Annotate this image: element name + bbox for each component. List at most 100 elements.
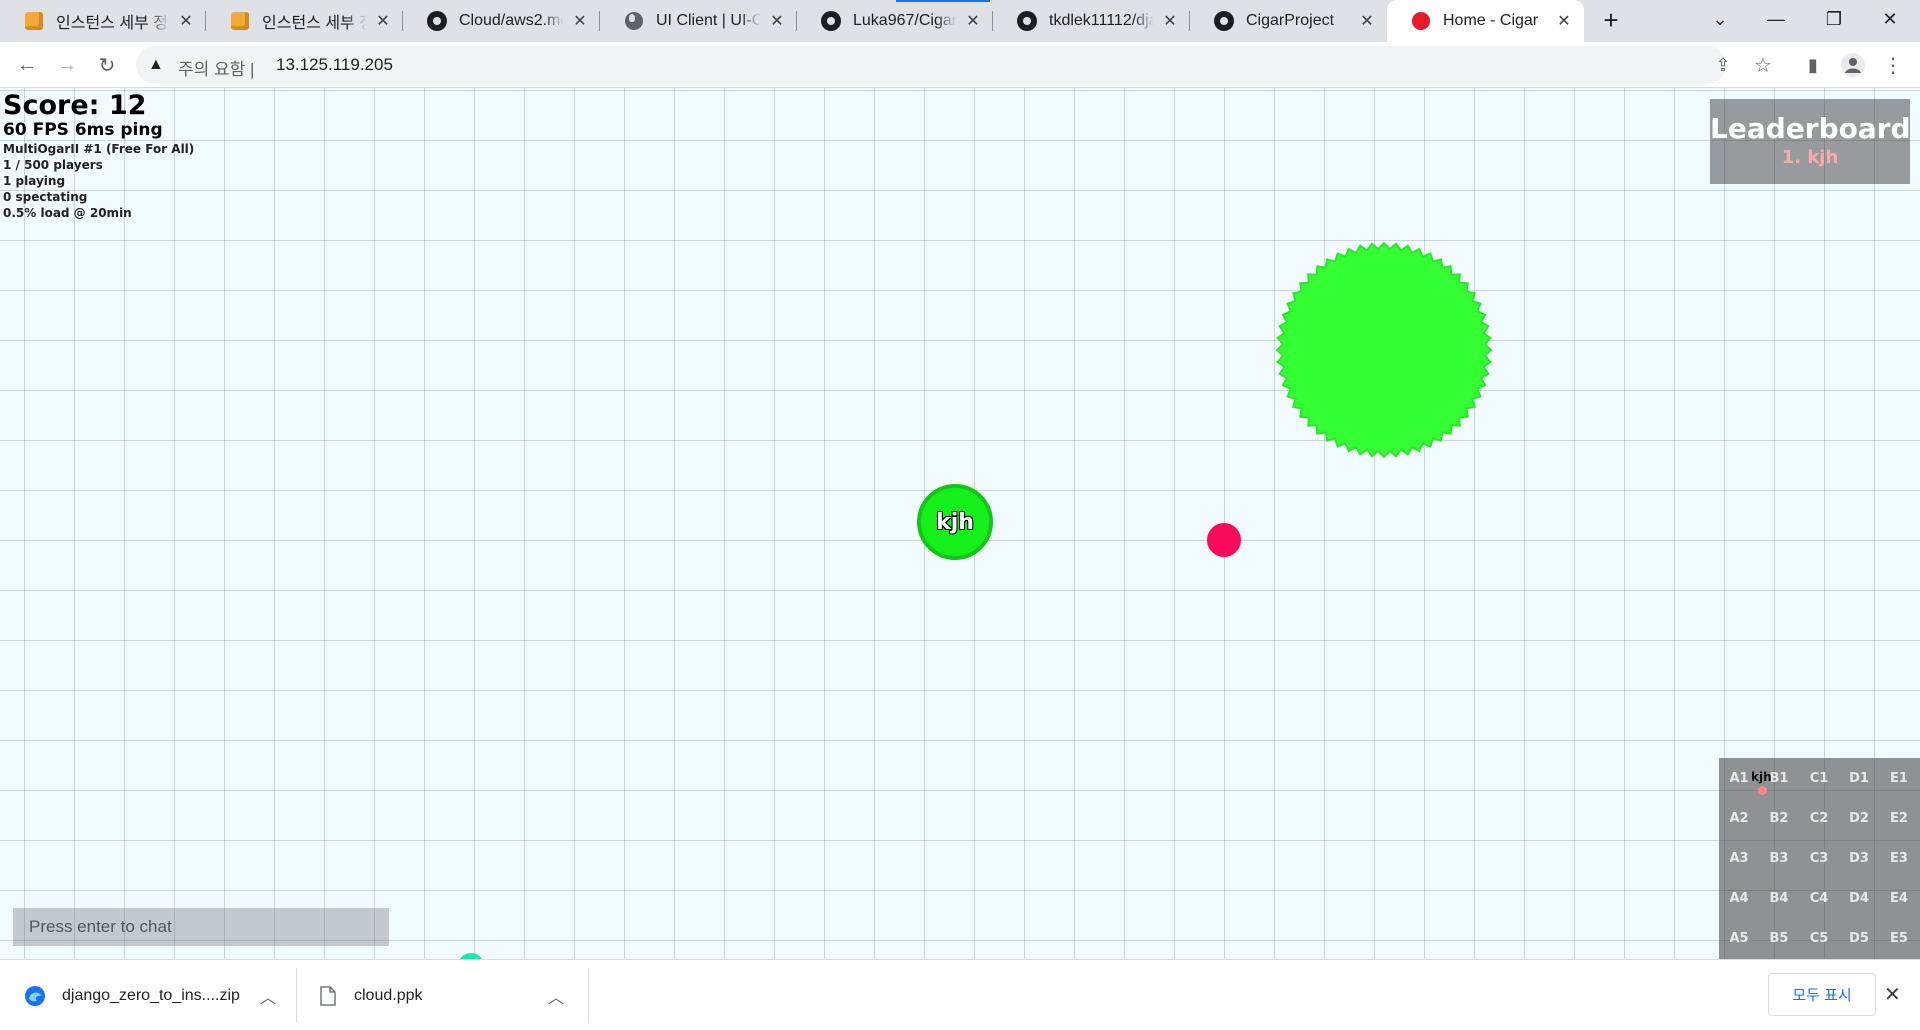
minimap-cell-e2: E2 xyxy=(1890,810,1908,826)
minimap-cell-d4: D4 xyxy=(1849,890,1869,906)
tab-strip: 인스턴스 세부 정보 | EC2 ✕ 인스턴스 세부 정보 | EC2 ✕ Cl… xyxy=(0,0,1920,42)
download-item-cloud[interactable]: cloud.ppk xyxy=(320,960,423,1030)
download-item-django[interactable]: django_zero_to_ins....zip xyxy=(24,960,240,1030)
file-icon xyxy=(320,985,336,1006)
minimap-cell-a4: A4 xyxy=(1729,890,1749,906)
aws-icon xyxy=(230,11,250,31)
tab-title: Home - Cigar xyxy=(1443,12,1539,29)
spectating-count: 0 spectating xyxy=(3,189,88,204)
show-all-button[interactable]: 모두 표시 xyxy=(1768,973,1876,1016)
server-load: 0.5% load @ 20min xyxy=(3,205,132,220)
github-icon xyxy=(1017,11,1037,31)
server-name: MultiOgarII #1 (Free For All) xyxy=(3,141,195,156)
minimap-cell-c3: C3 xyxy=(1809,850,1829,866)
minimap-cell-a2: A2 xyxy=(1729,810,1749,826)
chevron-up-icon[interactable]: ︿ xyxy=(548,984,564,1008)
minimap-cell-b3: B3 xyxy=(1769,850,1789,866)
virus-cell xyxy=(1275,241,1493,459)
close-icon[interactable]: ✕ xyxy=(1554,11,1574,31)
github-icon xyxy=(427,11,447,31)
minimap-cell-e1: E1 xyxy=(1890,770,1908,786)
tab-title: Cloud/aws2.md at main xyxy=(459,12,564,29)
tab-home-cigar[interactable]: Home - Cigar ✕ xyxy=(1387,0,1584,42)
minimap-cell-c2: C2 xyxy=(1809,810,1829,826)
tab-title: UI Client | UI-Client xyxy=(656,12,761,29)
minimap-cell-c5: C5 xyxy=(1809,930,1829,946)
close-icon[interactable]: ✕ xyxy=(176,11,196,31)
globe-icon xyxy=(624,11,644,31)
food-pellet xyxy=(1207,523,1241,557)
github-icon xyxy=(1214,11,1234,31)
red-dot-icon xyxy=(1411,11,1431,31)
tab-luka-cigar[interactable]: Luka967/Cigar: A ✕ xyxy=(797,0,993,42)
url-text[interactable]: 13.125.119.205 xyxy=(276,55,393,75)
close-icon[interactable]: ✕ xyxy=(373,11,393,31)
profile-avatar-icon[interactable] xyxy=(1837,49,1869,81)
minimap-cell-d3: D3 xyxy=(1849,850,1869,866)
chevron-up-icon[interactable]: ︿ xyxy=(260,984,276,1008)
window-close-button[interactable]: ✕ xyxy=(1862,0,1918,38)
minimap-cell-d5: D5 xyxy=(1849,930,1869,946)
minimap-cell-e4: E4 xyxy=(1890,890,1908,906)
score-text: Score: 12 xyxy=(3,90,147,121)
minimap-player-label: kjh xyxy=(1751,770,1772,784)
tab-title: 인스턴스 세부 정보 | EC2 xyxy=(56,15,170,32)
menu-kebab-icon[interactable]: ⋮ xyxy=(1877,49,1909,81)
new-tab-button[interactable]: + xyxy=(1598,7,1624,34)
fps-ping-text: 60 FPS 6ms ping xyxy=(3,120,163,141)
minimap-cell-a3: A3 xyxy=(1729,850,1749,866)
playing-count: 1 playing xyxy=(3,173,66,188)
back-button[interactable]: ← xyxy=(11,49,43,81)
share-icon[interactable]: ⇪ xyxy=(1707,49,1739,81)
tab-search-chevron-icon[interactable]: ⌄ xyxy=(1692,0,1748,38)
tab-title: tkdlek11112/django xyxy=(1049,12,1154,29)
minimap-cell-d1: D1 xyxy=(1849,770,1869,786)
minimap-cell-e5: E5 xyxy=(1890,930,1908,946)
close-icon[interactable]: ✕ xyxy=(570,11,590,31)
download-shelf: django_zero_to_ins....zip ︿ cloud.ppk ︿ … xyxy=(0,959,1920,1030)
download-filename: cloud.ppk xyxy=(354,986,423,1004)
minimap-cell-b2: B2 xyxy=(1769,810,1789,826)
game-canvas[interactable]: Score: 12 60 FPS 6ms ping MultiOgarII #1… xyxy=(0,88,1920,959)
restore-button[interactable]: ❐ xyxy=(1806,0,1862,38)
minimap-player-dot xyxy=(1758,786,1767,795)
tab-title: 인스턴스 세부 정보 | EC2 xyxy=(262,15,367,32)
security-label[interactable]: 주의 요함 | xyxy=(178,55,254,80)
players-count: 1 / 500 players xyxy=(3,157,103,172)
tab-title: Luka967/Cigar: A xyxy=(853,12,957,29)
minimap-cell-c1: C1 xyxy=(1809,770,1829,786)
minimap: E5 D5 C5 B5 A5 E4 D4 C4 B4 A4 E3 D3 C3 B3 A3 E2 D2 C2 B2 A2… xyxy=(1719,758,1920,959)
forward-button[interactable]: → xyxy=(51,49,83,81)
minimap-cell-e3: E3 xyxy=(1890,850,1908,866)
minimap-cell-d2: D2 xyxy=(1849,810,1869,826)
chat-input[interactable] xyxy=(13,908,389,946)
tab-ec2-1[interactable]: 인스턴스 세부 정보 | EC2 ✕ xyxy=(0,0,206,42)
warning-icon[interactable]: ▲ xyxy=(148,56,164,74)
github-icon xyxy=(821,11,841,31)
tab-ec2-2[interactable]: 인스턴스 세부 정보 | EC2 ✕ xyxy=(206,0,403,42)
player-cell: kjh xyxy=(917,484,993,560)
minimap-cell-b5: B5 xyxy=(1769,930,1789,946)
minimap-cell-c4: C4 xyxy=(1809,890,1829,906)
leaderboard: Leaderboard 1. kjh xyxy=(1710,99,1911,184)
tab-cloud-aws2[interactable]: Cloud/aws2.md at main ✕ xyxy=(403,0,600,42)
tab-tkdlek-django[interactable]: tkdlek11112/django ✕ xyxy=(993,0,1190,42)
close-icon[interactable]: ✕ xyxy=(1357,11,1377,31)
browser-toolbar: ← → ↻ ▲ 주의 요함 | 13.125.119.205 ⇪ ☆ ▮ ⋮ xyxy=(0,42,1920,88)
tab-cigarproject[interactable]: CigarProject ✕ xyxy=(1190,0,1387,42)
side-panel-icon[interactable]: ▮ xyxy=(1797,49,1829,81)
close-icon[interactable]: ✕ xyxy=(963,11,983,31)
minimap-cell-a5: A5 xyxy=(1729,930,1749,946)
stats-panel: Score: 12 60 FPS 6ms ping MultiOgarII #1… xyxy=(3,90,194,221)
close-icon[interactable]: ✕ xyxy=(1160,11,1180,31)
close-icon[interactable]: ✕ xyxy=(767,11,787,31)
leaderboard-entry: 1. kjh xyxy=(1781,147,1839,168)
download-filename: django_zero_to_ins....zip xyxy=(62,986,240,1004)
reload-button[interactable]: ↻ xyxy=(91,49,123,81)
tab-ui-client[interactable]: UI Client | UI-Client ✕ xyxy=(600,0,797,42)
tab-title: CigarProject xyxy=(1246,12,1335,29)
bookmark-star-icon[interactable]: ☆ xyxy=(1747,49,1779,81)
aws-icon xyxy=(24,11,44,31)
close-icon[interactable]: ✕ xyxy=(1884,982,1901,1007)
minimize-button[interactable]: — xyxy=(1748,0,1804,38)
